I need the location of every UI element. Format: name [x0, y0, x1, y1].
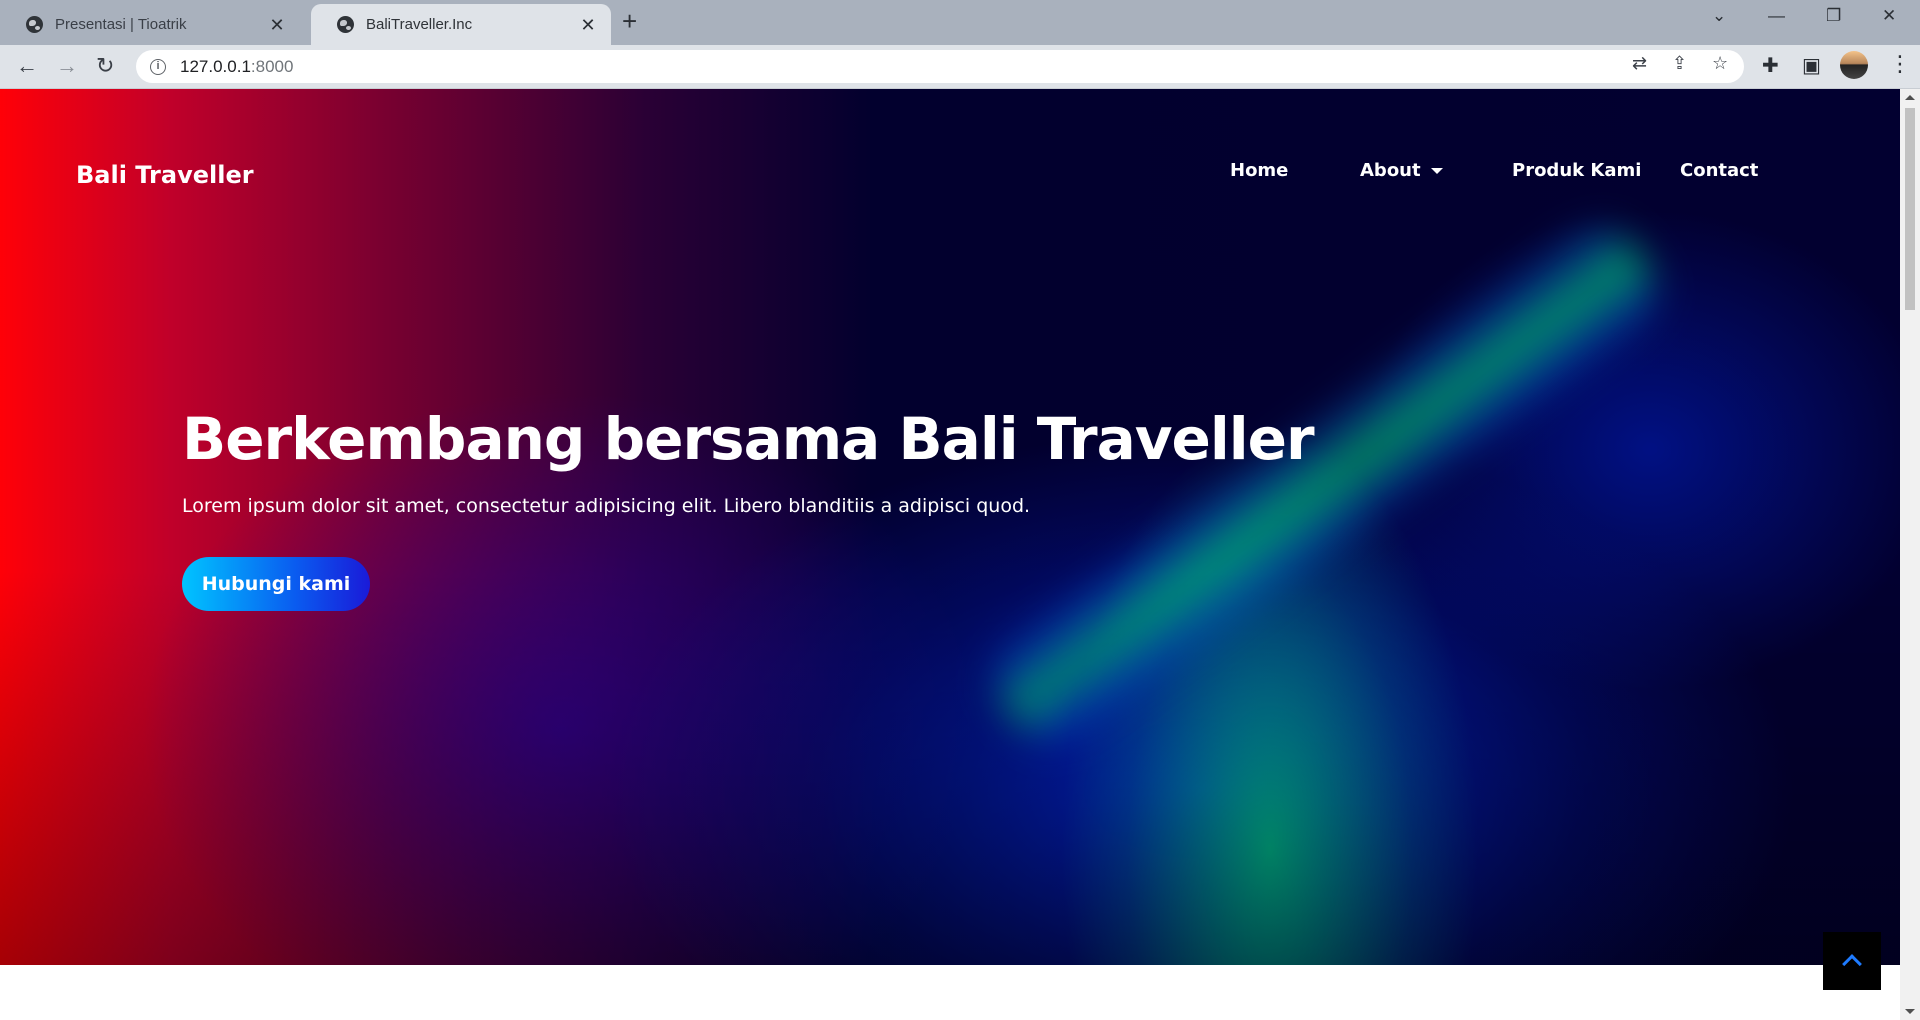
chevron-up-icon: [1842, 954, 1862, 974]
puzzle-icon[interactable]: ✚: [1762, 55, 1779, 77]
browser-tab-balitraveller[interactable]: BaliTraveller.Inc ✕: [311, 4, 611, 45]
new-tab-button[interactable]: +: [622, 7, 637, 35]
contact-us-button[interactable]: Hubungi kami: [182, 557, 370, 611]
globe-icon: [337, 16, 354, 33]
close-tab-icon[interactable]: ✕: [268, 16, 286, 34]
browser-tab-presentasi[interactable]: Presentasi | Tioatrik ✕: [0, 4, 300, 45]
restore-icon[interactable]: ❐: [1826, 6, 1841, 26]
more-vert-icon[interactable]: ⋮: [1889, 52, 1911, 76]
globe-icon: [26, 16, 43, 33]
side-panel-icon[interactable]: ▣: [1802, 55, 1821, 77]
nav-home[interactable]: Home: [1230, 160, 1288, 181]
browser-toolbar: ← → ↻ i 127.0.0.1:8000 ⇄ ⇪ ☆ ✚ ▣: [0, 45, 1920, 89]
info-icon[interactable]: i: [150, 58, 166, 75]
url-port: :8000: [250, 56, 294, 76]
star-icon[interactable]: ☆: [1712, 53, 1728, 74]
forward-arrow-icon[interactable]: →: [56, 53, 78, 79]
hero-overlay: [0, 89, 1900, 965]
nav-contact[interactable]: Contact: [1680, 160, 1758, 181]
minimize-icon[interactable]: —: [1768, 6, 1785, 26]
hero-section: Bali Traveller Home About Produk Kami Co…: [0, 89, 1900, 965]
tab-search-icon[interactable]: ⌄: [1712, 6, 1726, 26]
reload-icon[interactable]: ↻: [96, 53, 114, 79]
close-tab-icon[interactable]: ✕: [579, 16, 597, 34]
page-scrollbar[interactable]: [1900, 89, 1920, 1020]
brand-logo[interactable]: Bali Traveller: [76, 161, 254, 189]
back-arrow-icon[interactable]: ←: [16, 53, 38, 79]
back-to-top-button[interactable]: [1823, 932, 1881, 990]
page-viewport: Bali Traveller Home About Produk Kami Co…: [0, 89, 1900, 1020]
profile-avatar[interactable]: [1840, 51, 1868, 79]
nav-products[interactable]: Produk Kami: [1512, 160, 1641, 181]
browser-tab-strip: Presentasi | Tioatrik ✕ BaliTraveller.In…: [0, 0, 1920, 45]
address-bar[interactable]: i 127.0.0.1:8000: [136, 50, 1744, 83]
translate-icon[interactable]: ⇄: [1632, 53, 1647, 74]
hero-subtext: Lorem ipsum dolor sit amet, consectetur …: [182, 495, 1031, 517]
share-icon[interactable]: ⇪: [1672, 53, 1687, 74]
hero-headline: Berkembang bersama Bali Traveller: [182, 405, 1315, 473]
scrollbar-thumb[interactable]: [1905, 108, 1915, 310]
tab-title: Presentasi | Tioatrik: [55, 16, 187, 33]
caret-down-icon: [1430, 168, 1443, 174]
nav-about-label: About: [1360, 160, 1421, 181]
close-window-icon[interactable]: ✕: [1882, 6, 1896, 26]
nav-about[interactable]: About: [1360, 160, 1443, 181]
scroll-up-icon[interactable]: [1905, 95, 1915, 100]
scroll-down-icon[interactable]: [1905, 1009, 1915, 1014]
tab-title: BaliTraveller.Inc: [366, 16, 473, 33]
url-host: 127.0.0.1: [180, 56, 251, 76]
